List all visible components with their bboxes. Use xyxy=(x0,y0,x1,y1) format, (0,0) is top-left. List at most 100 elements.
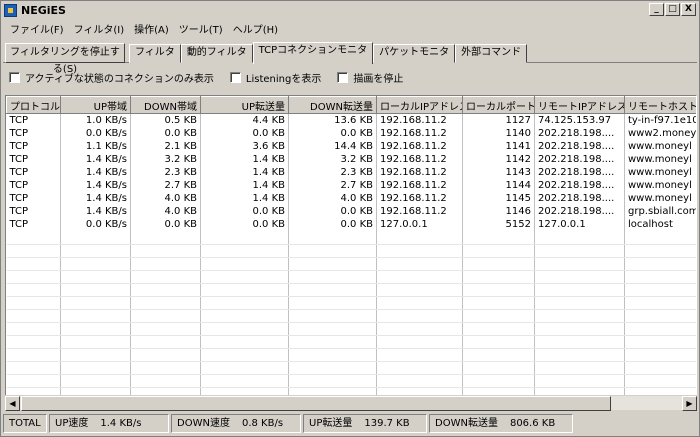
empty-cell xyxy=(534,374,625,388)
table-cell: 0.0 KB xyxy=(288,205,377,218)
minimize-button[interactable]: _ xyxy=(649,3,664,16)
empty-cell xyxy=(60,257,131,271)
menu-filter[interactable]: フィルタ(I) xyxy=(69,21,130,36)
empty-cell xyxy=(130,322,201,336)
stop-drawing-label: 描画を停止 xyxy=(353,73,404,85)
empty-cell xyxy=(130,244,201,258)
table-row[interactable]: TCP 1.0 KB/s 0.5 KB 4.4 KB 13.6 KB 192.168.11… xyxy=(6,113,696,127)
empty-cell xyxy=(534,322,625,336)
menu-tools[interactable]: ツール(T) xyxy=(174,21,228,36)
show-listening-option[interactable]: Listeningを表示 xyxy=(229,70,322,85)
table-cell: 0.0 KB/s xyxy=(60,218,131,231)
down-transfer-value: 806.6 KB xyxy=(509,418,556,429)
active-only-label: アクティブな状態のコネクションのみ表示 xyxy=(25,73,214,85)
tab-external-command[interactable]: 外部コマンド xyxy=(455,44,528,63)
maximize-button[interactable]: □ xyxy=(665,3,680,16)
table-cell: 4.0 KB xyxy=(130,192,201,205)
table-row[interactable]: TCP 1.4 KB/s 3.2 KB 1.4 KB 3.2 KB 192.168.11.… xyxy=(6,153,696,166)
table-cell: 127.0.0.1 xyxy=(534,218,625,231)
close-button[interactable]: X xyxy=(681,3,696,16)
empty-cell xyxy=(376,322,463,336)
tab-packet-monitor[interactable]: パケットモニタ xyxy=(373,44,456,63)
table-cell: 192.168.11.2 xyxy=(376,127,463,140)
table-row[interactable]: TCP 0.0 KB/s 0.0 KB 0.0 KB 0.0 KB 192.168.11.… xyxy=(6,127,696,140)
empty-cell xyxy=(376,270,463,284)
column-header-up-bandwidth[interactable]: UP帯域 xyxy=(60,96,131,114)
column-header-down-transfer[interactable]: DOWN転送量 xyxy=(288,96,377,114)
active-only-checkbox[interactable] xyxy=(9,71,20,83)
table-cell: localhost xyxy=(624,218,696,231)
empty-cell xyxy=(462,309,535,323)
table-cell: 2.1 KB xyxy=(130,140,201,153)
column-header-remote-host[interactable]: リモートホスト名 xyxy=(624,96,696,114)
tab-tcp-connection-monitor[interactable]: TCPコネクションモニタ xyxy=(252,42,374,64)
empty-cell xyxy=(534,309,625,323)
scroll-left-icon[interactable]: ◀ xyxy=(5,396,20,411)
empty-cell xyxy=(6,374,61,388)
empty-cell xyxy=(60,361,131,375)
empty-cell xyxy=(462,283,535,297)
table-cell: 13.6 KB xyxy=(288,113,377,127)
show-listening-checkbox[interactable] xyxy=(229,71,241,83)
table-cell: www.moneyl xyxy=(624,179,696,192)
table-row[interactable]: TCP 1.4 KB/s 2.3 KB 1.4 KB 2.3 KB 192.168.11.… xyxy=(6,166,696,179)
table-row[interactable]: TCP 1.4 KB/s 2.7 KB 1.4 KB 2.7 KB 192.168.11.… xyxy=(6,179,696,192)
table-cell: 1.4 KB xyxy=(200,179,289,192)
column-header-up-transfer[interactable]: UP転送量 xyxy=(200,96,289,114)
empty-cell xyxy=(534,231,625,245)
scroll-right-icon[interactable]: ▶ xyxy=(682,396,697,411)
status-total: TOTAL xyxy=(3,414,47,433)
table-row[interactable]: TCP 1.1 KB/s 2.1 KB 3.6 KB 14.4 KB 192.168.11… xyxy=(6,140,696,153)
table-cell: TCP xyxy=(6,113,61,127)
window-controls: _ □ X xyxy=(649,3,696,16)
tab-dynamic-filter[interactable]: 動的フィルタ xyxy=(180,44,253,63)
show-listening-label: Listeningを表示 xyxy=(245,73,322,85)
column-header-local-ip[interactable]: ローカルIPアドレス xyxy=(376,96,463,114)
active-only-option[interactable]: アクティブな状態のコネクションのみ表示 xyxy=(9,70,214,85)
tab-filter[interactable]: フィルタ xyxy=(129,44,181,63)
menu-file[interactable]: ファイル(F) xyxy=(5,21,69,36)
stop-drawing-checkbox[interactable] xyxy=(337,71,349,83)
table-row[interactable]: TCP 0.0 KB/s 0.0 KB 0.0 KB 0.0 KB 127.0.0.1 51… xyxy=(6,218,696,231)
empty-cell xyxy=(6,322,61,336)
table-cell: 14.4 KB xyxy=(288,140,377,153)
table-cell: 5152 xyxy=(462,218,535,231)
empty-cell xyxy=(624,257,696,271)
app-icon xyxy=(4,3,17,17)
table-cell: 0.0 KB/s xyxy=(60,127,131,140)
table-cell: 1127 xyxy=(462,113,535,127)
scroll-thumb[interactable] xyxy=(21,396,611,411)
empty-cell xyxy=(200,309,289,323)
empty-cell xyxy=(6,270,61,284)
status-total-label: TOTAL xyxy=(9,418,41,429)
stop-drawing-option[interactable]: 描画を停止 xyxy=(337,70,403,85)
up-speed-value: 1.4 KB/s xyxy=(100,418,142,429)
table-row[interactable]: TCP 1.4 KB/s 4.0 KB 0.0 KB 0.0 KB 192.168.11.… xyxy=(6,205,696,218)
empty-cell xyxy=(60,348,131,362)
table-cell: 202.218.198.... xyxy=(534,205,625,218)
menu-help[interactable]: ヘルプ(H) xyxy=(228,21,283,36)
table-row[interactable]: TCP 1.4 KB/s 4.0 KB 1.4 KB 4.0 KB 192.168.11.… xyxy=(6,192,696,205)
empty-cell xyxy=(534,361,625,375)
empty-cell xyxy=(534,296,625,310)
empty-row xyxy=(6,361,696,375)
menu-operation[interactable]: 操作(A) xyxy=(129,21,174,36)
column-header-down-bandwidth[interactable]: DOWN帯域 xyxy=(130,96,201,114)
empty-cell xyxy=(288,374,377,388)
table-cell: 192.168.11.2 xyxy=(376,113,463,127)
stop-filtering-button[interactable]: フィルタリングを停止する(S) xyxy=(5,43,125,75)
empty-cell xyxy=(462,257,535,271)
column-header-remote-ip[interactable]: リモートIPアドレス xyxy=(534,96,625,114)
column-header-protocol[interactable]: プロトコル xyxy=(6,96,61,114)
table-cell: 1.4 KB xyxy=(200,192,289,205)
empty-cell xyxy=(624,283,696,297)
column-header-local-port[interactable]: ローカルポート xyxy=(462,96,535,114)
empty-cell xyxy=(130,257,201,271)
empty-cell xyxy=(6,296,61,310)
table-cell: 1.1 KB/s xyxy=(60,140,131,153)
tab-strip: フィルタ 動的フィルタ TCPコネクションモニタ パケットモニタ 外部コマンド xyxy=(129,42,528,64)
table-cell: 1145 xyxy=(462,192,535,205)
table-header-row: プロトコル UP帯域 DOWN帯域 UP転送量 DOWN転送量 ローカルIPアド… xyxy=(6,96,696,114)
horizontal-scrollbar[interactable]: ◀ ▶ xyxy=(5,395,697,411)
table-cell: 0.5 KB xyxy=(130,113,201,127)
